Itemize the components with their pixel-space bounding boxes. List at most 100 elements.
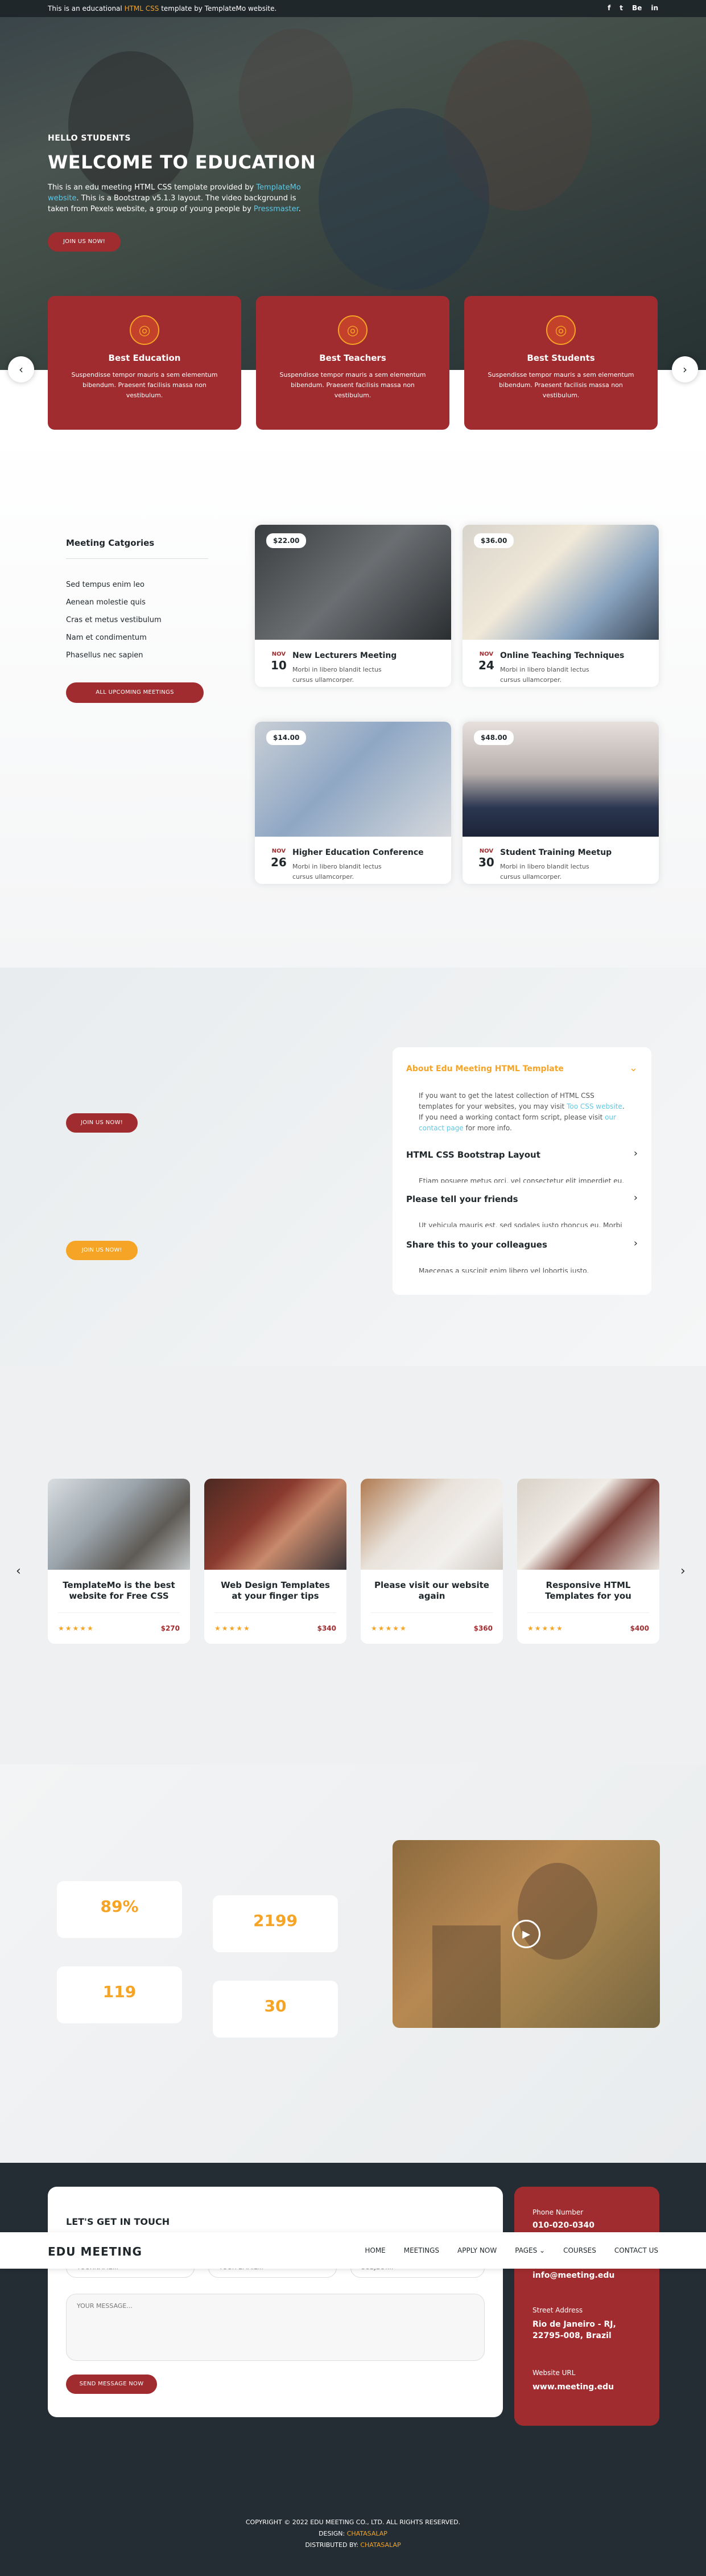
- chevron-right-icon[interactable]: ›: [634, 1237, 638, 1249]
- social-links: f t Be in: [608, 4, 658, 12]
- category-item[interactable]: Cras et metus vestibulum: [66, 616, 208, 624]
- course-title[interactable]: Please visit our website again: [372, 1580, 492, 1602]
- distributed-link[interactable]: CHATASALAP: [360, 2541, 401, 2549]
- hero-subtitle: HELLO STUDENTS: [48, 134, 131, 143]
- apply-join-button-yellow[interactable]: JOIN US NOW!: [66, 1241, 138, 1260]
- meeting-card[interactable]: $36.00 NOV 24 Online Teaching Techniques …: [463, 525, 659, 687]
- meeting-card[interactable]: $48.00 NOV 30 Student Training Meetup Mor…: [463, 722, 659, 884]
- course-title[interactable]: Responsive HTML Templates for you: [529, 1580, 648, 1602]
- meeting-image: $22.00: [255, 525, 451, 640]
- meeting-card[interactable]: $14.00 NOV 26 Higher Education Conference…: [255, 722, 451, 884]
- feature-text: Suspendisse tempor mauris a sem elementu…: [488, 371, 634, 399]
- meeting-title[interactable]: Student Training Meetup: [500, 848, 612, 857]
- next-arrow-icon[interactable]: ›: [672, 356, 698, 382]
- chevron-right-icon[interactable]: ›: [634, 1192, 638, 1204]
- rating-stars: ★★★★★: [58, 1624, 94, 1632]
- hero-join-button[interactable]: JOIN US NOW!: [48, 232, 121, 252]
- course-card[interactable]: TemplateMo is the best website for Free …: [48, 1479, 190, 1644]
- meeting-date: NOV 30: [478, 848, 494, 869]
- course-title[interactable]: TemplateMo is the best website for Free …: [59, 1580, 179, 1602]
- accordion-header[interactable]: HTML CSS Bootstrap Layout: [406, 1150, 638, 1160]
- courses-prev-icon[interactable]: ‹: [16, 1564, 21, 1578]
- course-card[interactable]: Web Design Templates at your finger tips…: [204, 1479, 346, 1644]
- phone-label: Phone Number: [532, 2208, 584, 2216]
- facebook-icon[interactable]: f: [608, 4, 610, 12]
- twitter-icon[interactable]: t: [620, 4, 623, 12]
- course-image: [48, 1479, 190, 1570]
- category-item[interactable]: Phasellus nec sapien: [66, 651, 208, 660]
- accordion-body: Ut vehicula mauris est, sed sodales just…: [419, 1221, 622, 1227]
- send-message-button[interactable]: SEND MESSAGE NOW: [66, 2375, 157, 2394]
- meeting-price: $22.00: [266, 533, 307, 548]
- fact-value: 89%: [100, 1897, 139, 1916]
- accordion-header[interactable]: Please tell your friends: [406, 1194, 638, 1204]
- meeting-title[interactable]: Higher Education Conference: [292, 848, 424, 857]
- main-navigation: EDU MEETING HOME MEETINGS APPLY NOW PAGE…: [0, 2232, 706, 2269]
- nav-home[interactable]: HOME: [365, 2246, 385, 2254]
- student-icon: ◎: [546, 315, 576, 345]
- design-link[interactable]: CHATASALAP: [347, 2530, 387, 2537]
- meeting-text: Morbi in libero blandit lectus cursus ul…: [500, 666, 589, 684]
- chevron-down-icon[interactable]: ⌄: [629, 1062, 638, 1074]
- feature-title: Best Education: [108, 353, 181, 363]
- accordion-header[interactable]: About Edu Meeting HTML Template: [406, 1064, 638, 1073]
- linkedin-icon[interactable]: in: [651, 4, 658, 12]
- meeting-card[interactable]: $22.00 NOV 10 New Lecturers Meeting Morbi…: [255, 525, 451, 687]
- meeting-price: $14.00: [266, 730, 307, 745]
- hero-title: WELCOME TO EDUCATION: [48, 151, 316, 173]
- feature-title: Best Students: [527, 353, 595, 363]
- street-value: Rio de Janeiro - RJ, 22795-008, Brazil: [532, 2320, 616, 2340]
- nav-apply-now[interactable]: APPLY NOW: [457, 2246, 497, 2254]
- top-bar-link[interactable]: HTML CSS: [125, 5, 159, 13]
- rating-stars: ★★★★★: [214, 1624, 251, 1632]
- phone-value[interactable]: 010-020-0340: [532, 2220, 594, 2231]
- course-card[interactable]: Responsive HTML Templates for you ★★★★★ $…: [517, 1479, 659, 1644]
- chevron-right-icon[interactable]: ›: [634, 1147, 638, 1159]
- apply-join-button[interactable]: JOIN US NOW!: [66, 1113, 138, 1133]
- nav-pages[interactable]: PAGES ⌄: [515, 2246, 545, 2254]
- behance-icon[interactable]: Be: [632, 4, 642, 12]
- category-item[interactable]: Nam et condimentum: [66, 633, 208, 642]
- video-thumbnail[interactable]: ▶: [393, 1840, 660, 2028]
- meeting-text: Morbi in libero blandit lectus cursus ul…: [500, 863, 589, 880]
- course-title[interactable]: Web Design Templates at your finger tips: [216, 1580, 335, 1602]
- accordion-body: Etiam posuere metus orci, vel consectetu…: [419, 1177, 625, 1183]
- message-textarea[interactable]: YOUR MESSAGE...: [66, 2294, 485, 2361]
- chevron-down-icon: ⌄: [539, 2246, 546, 2254]
- course-card[interactable]: Please visit our website again ★★★★★ $360: [361, 1479, 503, 1644]
- play-icon[interactable]: ▶: [512, 1920, 540, 1948]
- course-price: $340: [317, 1624, 336, 1632]
- prev-arrow-icon[interactable]: ‹: [8, 356, 34, 382]
- category-item[interactable]: Sed tempus enim leo: [66, 581, 208, 589]
- pressmaster-link[interactable]: Pressmaster: [254, 205, 299, 213]
- courses-next-icon[interactable]: ›: [680, 1564, 686, 1578]
- meeting-date: NOV 26: [271, 848, 287, 869]
- fact-card: 2199: [213, 1895, 338, 1952]
- meeting-title[interactable]: Online Teaching Techniques: [500, 651, 624, 660]
- feature-text: Suspendisse tempor mauris a sem elementu…: [279, 371, 426, 399]
- site-logo[interactable]: EDU MEETING: [48, 2245, 142, 2258]
- rating-stars: ★★★★★: [527, 1624, 564, 1632]
- fact-card: 89%: [57, 1881, 182, 1938]
- category-item[interactable]: Aenean molestie quis: [66, 598, 208, 607]
- feature-text: Suspendisse tempor mauris a sem elementu…: [71, 371, 218, 399]
- accordion-header[interactable]: Share this to your colleagues: [406, 1240, 638, 1250]
- meeting-title[interactable]: New Lecturers Meeting: [292, 651, 397, 660]
- nav-contact-us[interactable]: CONTACT US: [614, 2246, 658, 2254]
- fact-value: 30: [264, 1997, 287, 2015]
- all-meetings-button[interactable]: ALL UPCOMING MEETINGS: [66, 682, 204, 703]
- accordion-body: Maecenas a suscipit enim libero vel lobo…: [419, 1267, 589, 1273]
- website-value[interactable]: www.meeting.edu: [532, 2381, 614, 2393]
- meeting-date: NOV 24: [478, 651, 494, 672]
- nav-courses[interactable]: COURSES: [563, 2246, 596, 2254]
- fact-card: 119: [57, 1966, 182, 2023]
- meeting-text: Morbi in libero blandit lectus cursus ul…: [292, 666, 382, 684]
- toocss-link[interactable]: Too CSS website: [567, 1102, 622, 1110]
- feature-title: Best Teachers: [319, 353, 386, 363]
- course-price: $270: [160, 1624, 180, 1632]
- course-image: [517, 1479, 659, 1570]
- nav-meetings[interactable]: MEETINGS: [404, 2246, 439, 2254]
- meeting-image: $36.00: [463, 525, 659, 640]
- email-value[interactable]: info@meeting.edu: [532, 2270, 614, 2281]
- meeting-price: $36.00: [474, 533, 514, 548]
